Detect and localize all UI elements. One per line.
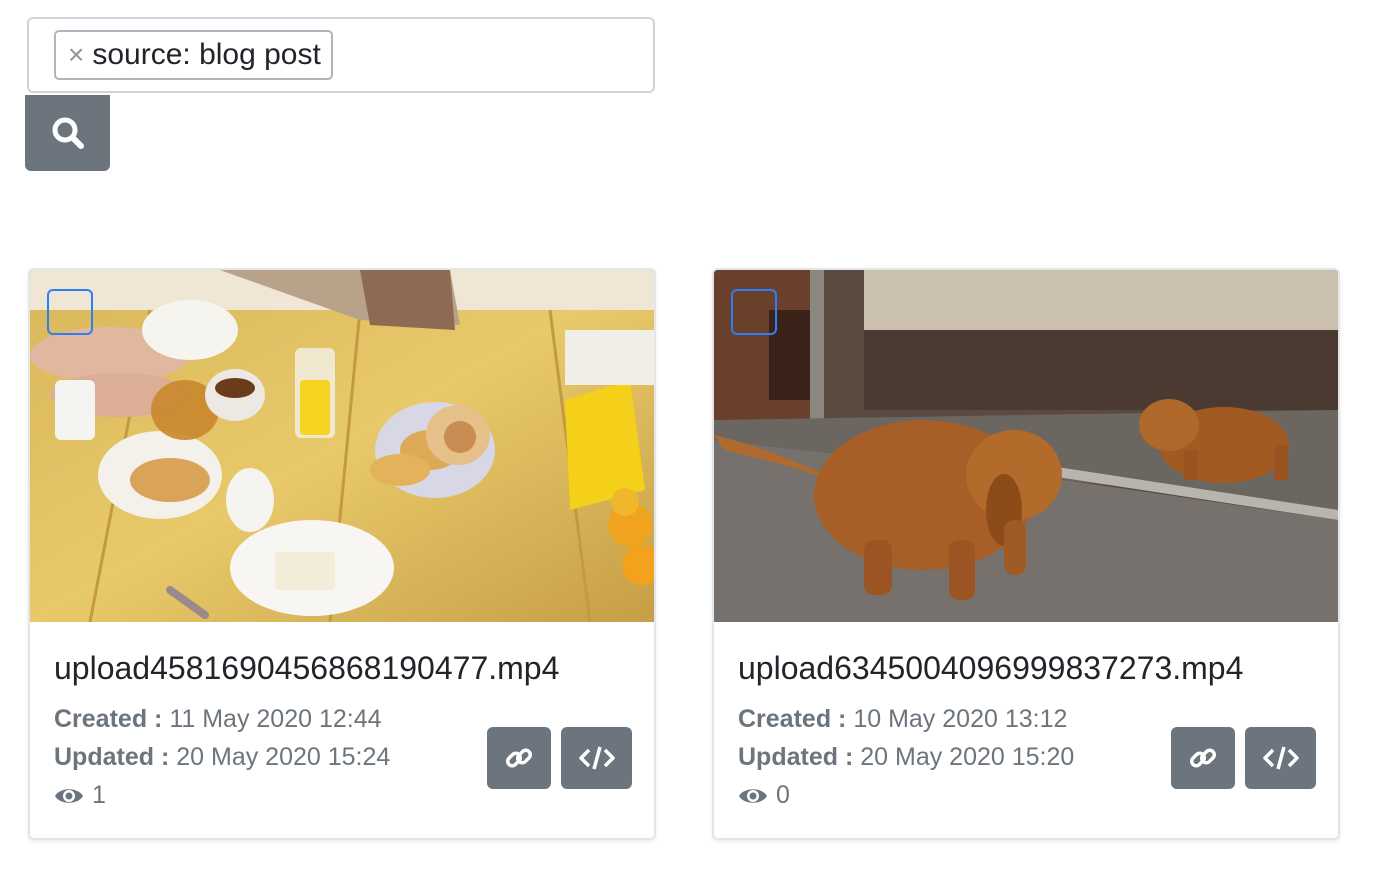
filter-tag-label: source: blog post (92, 38, 321, 71)
created-date: Created : 11 May 2020 12:44 (54, 705, 382, 733)
copy-link-button[interactable] (1171, 727, 1235, 789)
video-thumbnail[interactable] (714, 270, 1338, 622)
eye-icon (739, 788, 767, 803)
view-count-value: 1 (92, 781, 106, 809)
eye-icon (55, 788, 83, 803)
video-filename[interactable]: upload4581690456868190477.mp4 (54, 650, 559, 687)
search-icon (52, 117, 84, 149)
view-count: 1 (54, 781, 106, 810)
search-button[interactable] (25, 95, 110, 171)
search-input[interactable]: × source: blog post (27, 17, 655, 93)
video-card: upload6345004096999837273.mp4 Created : … (712, 268, 1340, 840)
view-count: 0 (738, 781, 790, 810)
link-icon (505, 748, 533, 768)
code-icon (578, 746, 615, 770)
link-icon (1189, 748, 1217, 768)
video-thumbnail[interactable] (30, 270, 654, 622)
tag-remove-button[interactable]: × (68, 41, 84, 69)
embed-code-button[interactable] (561, 727, 632, 789)
updated-date: Updated : 20 May 2020 15:24 (54, 743, 391, 771)
video-filename[interactable]: upload6345004096999837273.mp4 (738, 650, 1243, 687)
filter-tag: × source: blog post (54, 30, 333, 80)
updated-date: Updated : 20 May 2020 15:20 (738, 743, 1075, 771)
code-icon (1262, 746, 1299, 770)
video-card: upload4581690456868190477.mp4 Created : … (28, 268, 656, 840)
select-checkbox[interactable] (731, 289, 777, 335)
view-count-value: 0 (776, 781, 790, 809)
copy-link-button[interactable] (487, 727, 551, 789)
embed-code-button[interactable] (1245, 727, 1316, 789)
created-date: Created : 10 May 2020 13:12 (738, 705, 1068, 733)
select-checkbox[interactable] (47, 289, 93, 335)
